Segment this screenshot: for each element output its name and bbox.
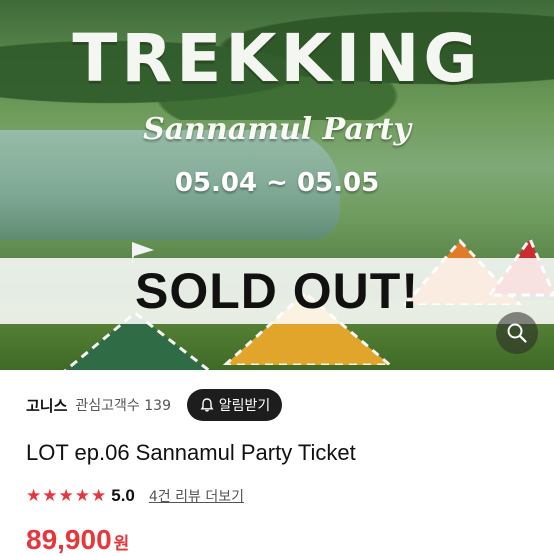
star-icon: ★ [26, 485, 42, 506]
sold-out-text: SOLD OUT! [135, 263, 419, 319]
product-image[interactable]: TREKKING Sannamul Party 05.04 ~ 05.05 SO… [0, 0, 554, 370]
star-rating: ★ ★ ★ ★ ★ [26, 485, 107, 506]
bell-icon [200, 398, 214, 412]
price: 89,900 [26, 524, 112, 555]
seller-info: 고니스 관심고객수 139 [26, 390, 171, 420]
currency: 원 [113, 534, 130, 554]
sold-out-banner: SOLD OUT! [0, 258, 554, 324]
star-icon: ★ [42, 485, 58, 506]
magnifier-icon [507, 323, 527, 343]
rating-row: ★ ★ ★ ★ ★ 5.0 4건 리뷰 더보기 [26, 485, 244, 507]
star-icon: ★ [91, 485, 107, 506]
product-title: LOT ep.06 Sannamul Party Ticket [26, 440, 356, 465]
hero-title: TREKKING [72, 20, 482, 97]
star-icon: ★ [58, 485, 74, 506]
hero-dates: 05.04 ~ 05.05 [174, 168, 380, 198]
price-row: 89,900 원 [26, 524, 129, 556]
reviews-link[interactable]: 4건 리뷰 더보기 [149, 486, 244, 506]
notify-button[interactable]: 알림받기 [187, 389, 282, 421]
zoom-button[interactable] [496, 312, 538, 354]
notify-label: 알림받기 [218, 398, 271, 414]
star-icon: ★ [74, 485, 90, 506]
hero-subtitle: Sannamul Party [143, 112, 411, 147]
followers-count: 관심고객수 139 [75, 398, 171, 414]
seller-name[interactable]: 고니스 [26, 395, 67, 416]
rating-score: 5.0 [111, 486, 135, 505]
